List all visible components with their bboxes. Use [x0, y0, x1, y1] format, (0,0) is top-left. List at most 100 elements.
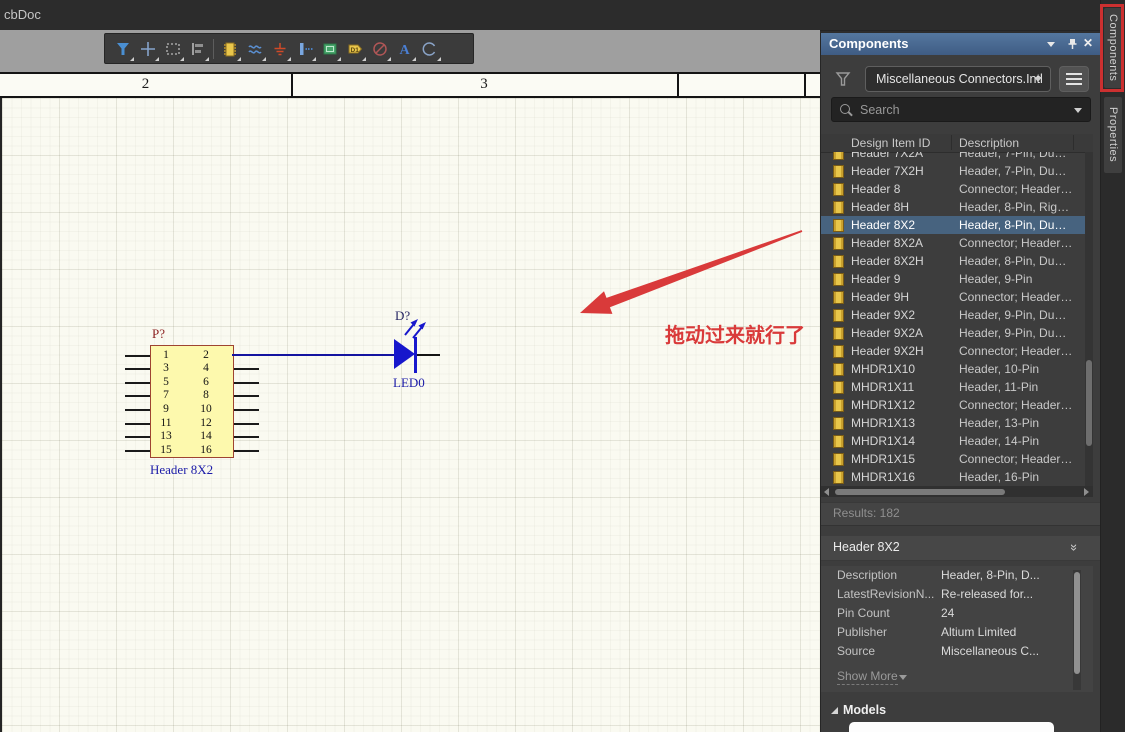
pin[interactable] [125, 368, 150, 371]
property-row: Pin Count 24 [821, 604, 1093, 623]
component-icon [833, 345, 844, 358]
detail-vertical-scrollbar[interactable] [1073, 570, 1081, 690]
library-selector[interactable]: Miscellaneous Connectors.Intl [865, 66, 1051, 92]
panel-hamburger-menu-button[interactable] [1059, 66, 1089, 92]
list-vertical-scrollbar[interactable] [1085, 152, 1093, 486]
pin[interactable] [125, 395, 150, 398]
place-pin-icon[interactable] [292, 36, 317, 62]
list-item[interactable]: Header 8 Connector; Header;... [821, 180, 1093, 198]
filter-button[interactable] [831, 67, 855, 91]
detail-section-header[interactable]: Header 8X2 » [821, 536, 1101, 561]
list-item[interactable]: Header 8X2 Header, 8-Pin, Dual... [821, 216, 1093, 234]
tab-properties[interactable]: Properties [1104, 97, 1122, 173]
component-icon [833, 309, 844, 322]
component-list[interactable]: Header 7X2A Header, 7-Pin, Dual... Heade… [821, 152, 1093, 486]
designator-tag-icon[interactable]: D1 [342, 36, 367, 62]
pin[interactable] [125, 381, 150, 384]
list-item[interactable]: MHDR1X15 Connector; Header;... [821, 450, 1093, 468]
list-item[interactable]: Header 9H Connector; Header;... [821, 288, 1093, 306]
document-tab[interactable]: cbDoc [4, 7, 41, 22]
text-string-icon[interactable]: A [392, 36, 417, 62]
pin[interactable] [125, 449, 150, 452]
list-column-headers[interactable]: Design Item ID Description [821, 134, 1093, 153]
place-part-icon[interactable] [217, 36, 242, 62]
component-description: Header, 8-Pin, Dual... [959, 218, 1073, 232]
column-header-description[interactable]: Description [959, 136, 1019, 150]
pin[interactable] [125, 408, 150, 411]
list-item[interactable]: MHDR1X16 Header, 16-Pin [821, 468, 1093, 486]
list-item[interactable]: MHDR1X11 Header, 11-Pin [821, 378, 1093, 396]
component-description: Header, 7-Pin, Dual... [959, 152, 1073, 160]
property-row: Publisher Altium Limited [821, 623, 1093, 642]
search-options-caret-icon[interactable] [1074, 108, 1082, 113]
models-section-title[interactable]: Models [843, 703, 886, 717]
pin[interactable] [125, 436, 150, 439]
component-description: Connector; Header;... [959, 398, 1073, 412]
crosshair-icon[interactable] [135, 36, 160, 62]
search-input[interactable]: Search [831, 97, 1091, 122]
pin[interactable] [234, 395, 259, 398]
pin[interactable] [234, 381, 259, 384]
component-description: Header, 14-Pin [959, 434, 1040, 448]
component-icon [833, 165, 844, 178]
sheet-symbol-icon[interactable] [317, 36, 342, 62]
gnd-power-port-icon[interactable] [267, 36, 292, 62]
scroll-right-arrow-icon[interactable] [1084, 487, 1089, 496]
list-item[interactable]: Header 9X2H Connector; Header;... [821, 342, 1093, 360]
pin[interactable] [234, 422, 259, 425]
list-item[interactable]: Header 7X2A Header, 7-Pin, Dual... [821, 152, 1093, 162]
scroll-left-arrow-icon[interactable] [824, 487, 829, 496]
pin[interactable] [234, 368, 259, 371]
align-objects-icon[interactable] [185, 36, 210, 62]
place-wire-icon[interactable] [242, 36, 267, 62]
list-item[interactable]: MHDR1X14 Header, 14-Pin [821, 432, 1093, 450]
list-item[interactable]: Header 8X2A Connector; Header;... [821, 234, 1093, 252]
list-item[interactable]: Header 9 Header, 9-Pin [821, 270, 1093, 288]
list-horizontal-scrollbar[interactable] [821, 486, 1093, 497]
list-item[interactable]: MHDR1X12 Connector; Header;... [821, 396, 1093, 414]
show-more-caret-icon [899, 675, 907, 680]
scrollbar-thumb[interactable] [1074, 572, 1080, 674]
led-comment[interactable]: LED0 [393, 375, 425, 391]
panel-menu-caret-icon[interactable] [1047, 42, 1055, 47]
collapse-chevrons-icon[interactable]: » [1067, 544, 1082, 551]
document-tab-bar: cbDoc [0, 0, 1125, 31]
show-more-link[interactable]: Show More [837, 669, 898, 685]
scrollbar-thumb[interactable] [835, 488, 1005, 495]
list-item[interactable]: MHDR1X13 Header, 13-Pin [821, 414, 1093, 432]
list-item[interactable]: Header 8X2H Header, 8-Pin, Dual... [821, 252, 1093, 270]
header-comment[interactable]: Header 8X2 [150, 462, 240, 478]
toolbar-separator [213, 38, 214, 59]
wire[interactable] [232, 354, 395, 356]
pin-panel-icon[interactable] [1065, 37, 1079, 51]
pin[interactable] [234, 436, 259, 439]
header-designator[interactable]: P? [152, 326, 165, 342]
models-collapse-triangle-icon[interactable] [831, 707, 838, 714]
list-item[interactable]: Header 7X2H Header, 7-Pin, Dual... [821, 162, 1093, 180]
pin[interactable] [125, 422, 150, 425]
column-divider[interactable] [951, 135, 952, 150]
list-item[interactable]: Header 8H Header, 8-Pin, Right... [821, 198, 1093, 216]
list-item[interactable]: Header 9X2 Header, 9-Pin, Dual... [821, 306, 1093, 324]
pin-number: 4 [203, 362, 209, 375]
scrollbar-thumb[interactable] [1086, 360, 1092, 446]
pin[interactable] [125, 354, 150, 357]
filter-funnel-icon[interactable] [110, 36, 135, 62]
component-description: Connector; Header;... [959, 452, 1073, 466]
pin[interactable] [234, 449, 259, 452]
close-panel-icon[interactable]: ✕ [1083, 36, 1093, 50]
schematic-canvas[interactable]: P? 1 3 5 7 9 11 13 15 2 4 6 8 10 12 14 16 Header… [0, 98, 822, 732]
pin-number: 7 [163, 389, 169, 402]
led-diode-triangle[interactable] [394, 339, 415, 369]
property-value: Header, 8-Pin, D... [941, 568, 1040, 582]
column-divider[interactable] [1073, 135, 1074, 150]
selection-marquee-icon[interactable] [160, 36, 185, 62]
pin[interactable] [234, 408, 259, 411]
place-arc-icon[interactable] [417, 36, 442, 62]
list-item[interactable]: MHDR1X10 Header, 10-Pin [821, 360, 1093, 378]
ruler-zone-label: 3 [480, 76, 488, 92]
column-header-design-item-id[interactable]: Design Item ID [851, 136, 930, 150]
list-item[interactable]: Header 9X2A Header, 9-Pin, Dual... [821, 324, 1093, 342]
results-count: Results: 182 [833, 506, 900, 520]
no-erc-directive-icon[interactable] [367, 36, 392, 62]
